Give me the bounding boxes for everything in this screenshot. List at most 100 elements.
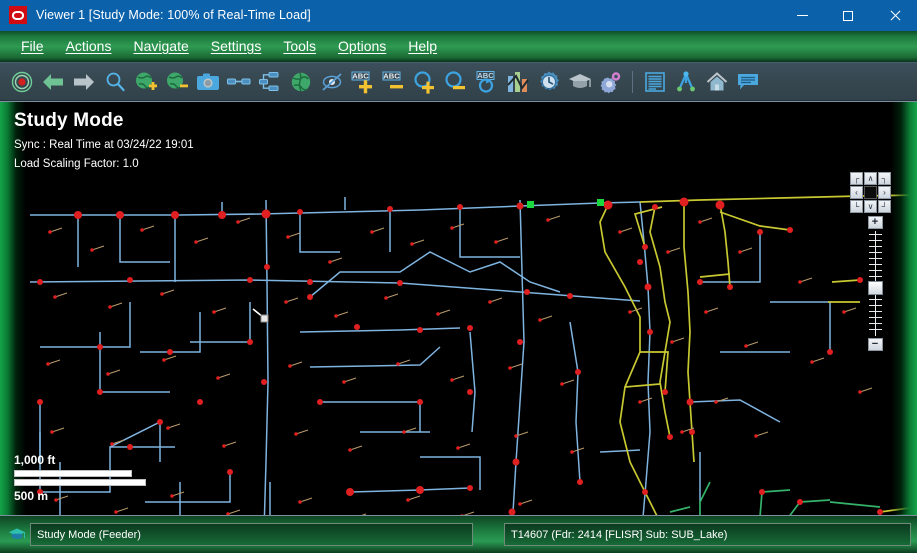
timed-actions-button[interactable] (533, 66, 564, 97)
toolbar: ABC ABC ABC (0, 62, 917, 101)
pan-east-button[interactable]: › (878, 186, 891, 199)
hide-eye-icon (321, 72, 342, 91)
zoom-out-button[interactable] (440, 66, 471, 97)
map-canvas[interactable]: Study Mode Sync : Real Time at 03/24/22 … (0, 101, 917, 515)
maximize-button[interactable] (825, 0, 871, 31)
minimize-button[interactable] (779, 0, 825, 31)
pan-center-button[interactable] (864, 186, 877, 199)
trace-button[interactable] (223, 66, 254, 97)
find-button[interactable] (99, 66, 130, 97)
graduation-cap-icon (8, 528, 26, 539)
close-icon (889, 10, 900, 21)
status-bar: Study Mode (Feeder) T14607 (Fdr: 2414 [F… (0, 515, 917, 553)
svg-text:ABC: ABC (383, 71, 400, 80)
camera-icon (196, 73, 219, 90)
pan-pad: ┌ ∧ ┐ ‹ › └ ∨ ┘ (850, 172, 894, 213)
pan-north-button[interactable]: ∧ (864, 172, 877, 185)
window-controls (779, 0, 917, 31)
capture-button[interactable] (192, 66, 223, 97)
pan-west-button[interactable]: ‹ (850, 186, 863, 199)
menu-help[interactable]: Help (397, 36, 448, 56)
status-mode-text: Study Mode (Feeder) (37, 528, 141, 541)
globe-minus-icon (166, 72, 188, 89)
menu-bar: File Actions Navigate Settings Tools Opt… (0, 31, 917, 62)
back-button[interactable] (37, 66, 68, 97)
refresh-labels-button[interactable]: ABC (471, 66, 502, 97)
zoom-track[interactable] (867, 231, 883, 336)
minimize-icon (796, 15, 808, 16)
zoom-out-map-button[interactable] (161, 66, 192, 97)
increase-labels-button[interactable]: ABC (347, 66, 378, 97)
menu-file[interactable]: File (10, 36, 55, 56)
hierarchy-button[interactable] (254, 66, 285, 97)
reports-button[interactable] (639, 66, 670, 97)
network-trace-button[interactable] (670, 66, 701, 97)
menu-options[interactable]: Options (327, 36, 397, 56)
home-icon (706, 71, 727, 90)
svg-text:ABC: ABC (352, 71, 369, 80)
world-view-button[interactable] (285, 66, 316, 97)
pan-zoom-widget: ┌ ∧ ┐ ‹ › └ ∨ ┘ + − (850, 172, 894, 351)
toolbar-separator (632, 70, 633, 93)
status-mode-field[interactable]: Study Mode (Feeder) (30, 523, 473, 546)
link-nodes-icon (226, 78, 250, 84)
abc-refresh-icon: ABC (476, 70, 494, 93)
app-icon (9, 6, 27, 24)
menu-navigate[interactable]: Navigate (122, 36, 199, 56)
menu-file-label: File (21, 38, 44, 54)
zoom-in-icon (413, 70, 434, 94)
tree-hierarchy-icon (258, 71, 278, 91)
network-trace-icon (676, 70, 695, 91)
menu-navigate-label: Navigate (133, 38, 189, 54)
title-bar: Viewer 1 [Study Mode: 100% of Real-Time … (0, 0, 917, 31)
decrease-labels-button[interactable]: ABC (378, 66, 409, 97)
pan-southwest-button[interactable]: └ (850, 200, 863, 213)
settings-button[interactable] (595, 66, 626, 97)
gears-icon (600, 71, 620, 93)
menu-actions-label: Actions (65, 38, 112, 54)
menu-settings[interactable]: Settings (200, 36, 273, 56)
menu-options-label: Options (338, 38, 387, 54)
focus-target-icon (11, 71, 32, 92)
maximize-icon (843, 10, 853, 21)
menu-tools[interactable]: Tools (272, 36, 327, 56)
zoom-slider: + − (856, 216, 894, 351)
window-title: Viewer 1 [Study Mode: 100% of Real-Time … (36, 8, 311, 22)
list-lines-icon (644, 71, 665, 92)
menu-tools-label: Tools (283, 38, 317, 54)
pan-northwest-button[interactable]: ┌ (850, 172, 863, 185)
zoom-out-icon (444, 70, 465, 89)
pan-southeast-button[interactable]: ┘ (878, 200, 891, 213)
zoom-in-button[interactable] (409, 66, 440, 97)
home-view-button[interactable] (701, 66, 732, 97)
menu-actions[interactable]: Actions (55, 36, 123, 56)
charts-button[interactable] (502, 66, 533, 97)
pan-northeast-button[interactable]: ┐ (878, 172, 891, 185)
status-selection-field[interactable]: T14607 (Fdr: 2414 [FLISR] Sub: SUB_Lake) (504, 523, 911, 546)
abc-minus-icon: ABC (382, 71, 403, 88)
zoom-in-slider-button[interactable]: + (867, 216, 883, 229)
zoom-thumb[interactable] (867, 281, 883, 295)
hide-layer-button[interactable] (316, 66, 347, 97)
globe-plus-icon (135, 72, 157, 90)
graduation-cap-icon (568, 73, 591, 88)
menu-help-label: Help (408, 38, 438, 54)
comment-icon (737, 73, 758, 89)
focus-target-button[interactable] (6, 66, 37, 97)
viewer-window: Viewer 1 [Study Mode: 100% of Real-Time … (0, 0, 917, 553)
clock-gear-icon (539, 71, 559, 90)
distribution-network-graphic (29, 194, 917, 515)
abc-plus-icon: ABC (351, 71, 372, 93)
bar-chart-icon (506, 71, 529, 92)
zoom-out-slider-button[interactable]: − (867, 338, 883, 351)
zoom-in-map-button[interactable] (130, 66, 161, 97)
pan-south-button[interactable]: ∨ (864, 200, 877, 213)
magnifier-icon (106, 72, 125, 91)
annotations-button[interactable] (732, 66, 763, 97)
status-selection-text: T14607 (Fdr: 2414 [FLISR] Sub: SUB_Lake) (511, 528, 728, 541)
globe-icon (291, 72, 310, 91)
forward-button[interactable] (68, 66, 99, 97)
close-button[interactable] (871, 0, 917, 31)
study-mode-button[interactable] (564, 66, 595, 97)
menu-settings-label: Settings (210, 38, 262, 54)
